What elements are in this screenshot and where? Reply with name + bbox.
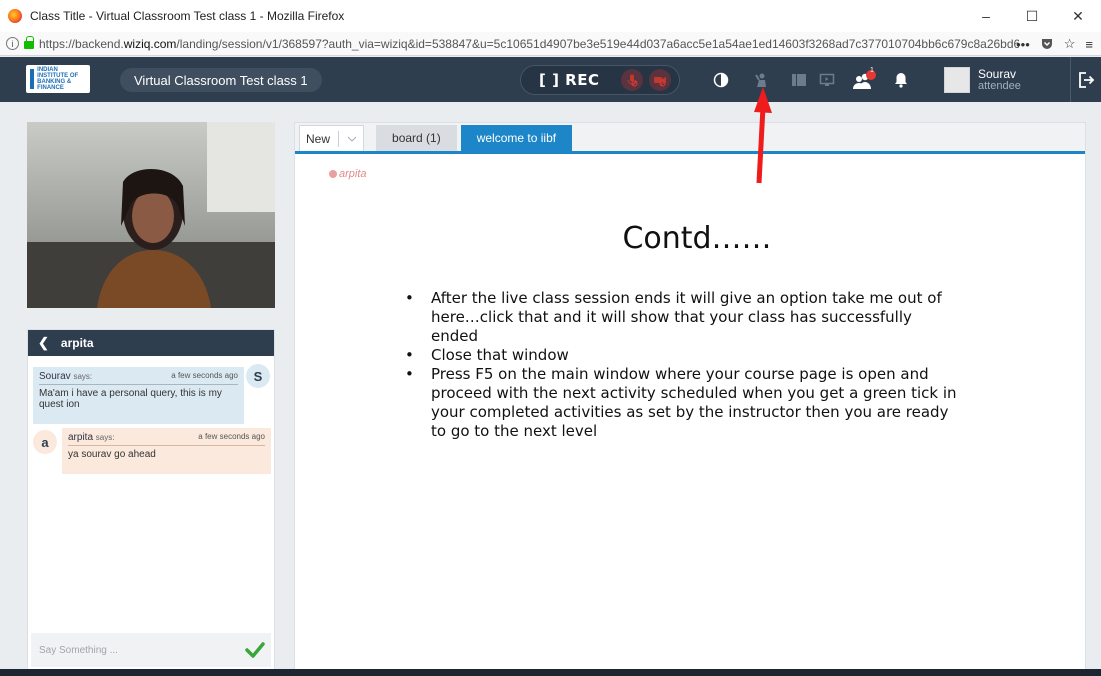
- slide-title: Contd……: [622, 221, 772, 256]
- url-text[interactable]: https://backend.wiziq.com/landing/sessio…: [39, 37, 1019, 51]
- new-tab-button[interactable]: New: [299, 125, 365, 151]
- chat-input[interactable]: Say Something ...: [31, 633, 271, 667]
- camera-off-icon[interactable]: [649, 69, 672, 91]
- maximize-icon[interactable]: ☐: [1009, 0, 1055, 32]
- send-check-icon[interactable]: [245, 641, 265, 659]
- message-meta: arpita says: a few seconds ago: [68, 432, 265, 446]
- user-role: attendee: [978, 80, 1021, 92]
- recording-controls: [ ] REC: [520, 65, 680, 95]
- user-name: Sourav: [978, 67, 1017, 81]
- chat-message: Sourav says: a few seconds ago Ma'am i h…: [33, 367, 244, 424]
- message-text: Ma'am i have a personal query, this is m…: [39, 388, 222, 410]
- chat-input-placeholder: Say Something ...: [39, 644, 118, 656]
- chevron-left-icon[interactable]: ❮: [38, 335, 49, 351]
- presenter-name: arpita: [339, 168, 367, 180]
- browser-title-bar: Class Title - Virtual Classroom Test cla…: [0, 0, 1101, 32]
- message-time: a few seconds ago: [198, 432, 265, 441]
- board-tabs: New board (1) welcome to iibf: [295, 123, 1085, 154]
- attendees-icon[interactable]: 1: [850, 67, 878, 89]
- slide-bullet: After the live class session ends it wil…: [401, 289, 961, 346]
- sender-avatar: a: [33, 430, 57, 454]
- message-sender: Sourav: [39, 371, 71, 382]
- video-frame: [27, 122, 275, 308]
- message-time: a few seconds ago: [171, 371, 238, 380]
- pocket-icon[interactable]: [1040, 37, 1054, 51]
- class-title: Virtual Classroom Test class 1: [120, 68, 322, 92]
- firefox-logo-icon: [8, 9, 22, 23]
- attendees-badge: 1: [870, 67, 874, 74]
- chevron-down-icon[interactable]: [347, 136, 357, 142]
- logo-text: INDIAN INSTITUTE OF BANKING & FINANCE: [37, 67, 79, 91]
- page-actions-icon[interactable]: •••: [1016, 37, 1030, 52]
- presenter-dot-icon: [329, 170, 337, 178]
- window-title: Class Title - Virtual Classroom Test cla…: [30, 9, 345, 23]
- chat-recipient: arpita: [60, 336, 94, 350]
- presenter-label: arpita: [329, 168, 367, 180]
- new-tab-label: New: [306, 131, 331, 146]
- slide-bullet: Close that window: [401, 346, 961, 365]
- slide-bullets: After the live class session ends it wil…: [401, 289, 961, 441]
- chat-message: arpita says: a few seconds ago ya sourav…: [62, 428, 271, 474]
- whiteboard-icon[interactable]: [790, 71, 808, 89]
- logo-mark-icon: [30, 69, 35, 89]
- contrast-icon[interactable]: [712, 71, 730, 89]
- close-icon[interactable]: ✕: [1055, 0, 1101, 32]
- mic-off-icon[interactable]: [621, 69, 644, 91]
- chat-panel: ❮ arpita Sourav says: a few seconds ago …: [27, 329, 275, 670]
- url-actions: ••• ☆ ≡: [1016, 32, 1093, 56]
- os-taskbar: [0, 669, 1101, 676]
- bookmark-star-icon[interactable]: ☆: [1064, 36, 1076, 52]
- message-text: ya sourav go ahead: [68, 449, 156, 460]
- notification-bell-icon[interactable]: [892, 71, 910, 89]
- institute-logo: INDIAN INSTITUTE OF BANKING & FINANCE: [26, 65, 90, 93]
- slide-bullet: Press F5 on the main window where your c…: [401, 365, 961, 441]
- presenter-video: [27, 122, 275, 308]
- menu-icon[interactable]: ≡: [1085, 37, 1093, 52]
- classroom-header: INDIAN INSTITUTE OF BANKING & FINANCE Vi…: [0, 57, 1101, 102]
- window-controls: – ☐ ✕: [963, 0, 1101, 32]
- annotation-arrow-icon: [754, 87, 772, 184]
- user-profile[interactable]: Sourav attendee: [944, 64, 1054, 96]
- tab-board[interactable]: board (1): [376, 125, 457, 151]
- sender-avatar: S: [246, 364, 270, 388]
- exit-class-icon[interactable]: [1070, 57, 1101, 102]
- whiteboard[interactable]: New board (1) welcome to iibf arpita Con…: [294, 122, 1086, 670]
- address-bar[interactable]: i https://backend.wiziq.com/landing/sess…: [0, 32, 1101, 56]
- screen-share-icon[interactable]: [818, 71, 836, 89]
- record-button[interactable]: [ ] REC: [539, 71, 599, 89]
- info-icon[interactable]: i: [6, 37, 19, 50]
- message-sender: arpita: [68, 432, 94, 443]
- message-meta: Sourav says: a few seconds ago: [39, 371, 238, 385]
- avatar: [944, 67, 970, 93]
- lock-icon[interactable]: [24, 36, 34, 49]
- minimize-icon[interactable]: –: [963, 0, 1009, 32]
- chat-header: ❮ arpita: [28, 330, 274, 356]
- tab-welcome[interactable]: welcome to iibf: [460, 125, 573, 151]
